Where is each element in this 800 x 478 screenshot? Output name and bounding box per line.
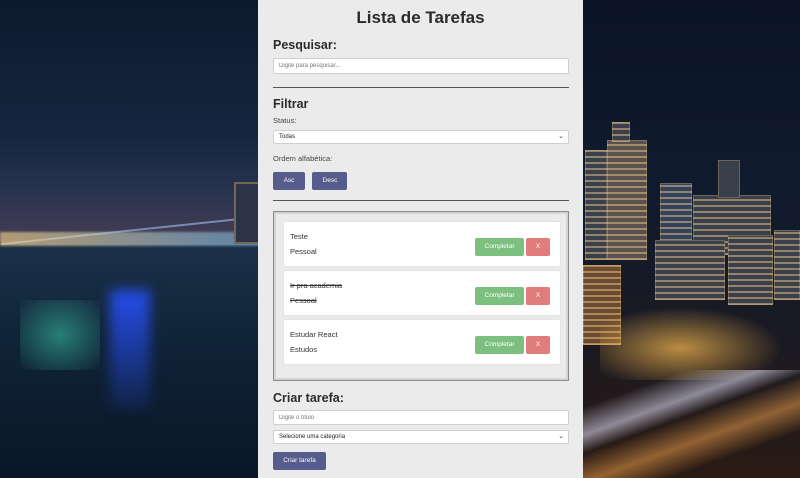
- page-title: Lista de Tarefas: [356, 8, 485, 27]
- create-task-button[interactable]: Criar tarefa: [273, 452, 326, 470]
- sort-desc-button[interactable]: Desc: [312, 172, 348, 190]
- category-select-value: Selecione uma categoria: [279, 434, 346, 440]
- status-select-value: Todas: [279, 134, 296, 140]
- remove-task-button[interactable]: X: [526, 287, 550, 305]
- search-heading: Pesquisar:: [273, 38, 337, 52]
- complete-task-button[interactable]: Completar: [475, 287, 524, 305]
- order-buttons: Asc Desc: [273, 169, 568, 190]
- remove-task-button[interactable]: X: [526, 238, 550, 256]
- divider: [273, 200, 569, 201]
- task-item: Teste Pessoal Completar X: [284, 222, 560, 266]
- divider: [273, 87, 569, 88]
- status-label: Status:: [273, 116, 297, 125]
- complete-task-button[interactable]: Completar: [475, 336, 524, 354]
- order-label: Ordem alfabética:: [273, 154, 333, 163]
- task-title-input[interactable]: [273, 410, 569, 425]
- category-select[interactable]: Selecione uma categoria ⌄: [273, 430, 569, 444]
- task-list: Teste Pessoal Completar X Ir pra academia…: [273, 211, 569, 381]
- complete-task-button[interactable]: Completar: [475, 238, 524, 256]
- chevron-down-icon: ⌄: [558, 433, 564, 440]
- remove-task-button[interactable]: X: [526, 336, 550, 354]
- filter-heading: Filtrar: [273, 97, 309, 111]
- task-item: Estudar React Estudos Completar X: [284, 320, 560, 364]
- task-item: Ir pra academia Pessoal Completar X: [284, 271, 560, 315]
- sort-asc-button[interactable]: Asc: [273, 172, 305, 190]
- search-input[interactable]: [273, 58, 569, 74]
- chevron-down-icon: ⌄: [558, 133, 564, 140]
- create-heading: Criar tarefa:: [273, 391, 344, 405]
- todo-panel: Lista de Tarefas Pesquisar: Filtrar Stat…: [258, 0, 583, 478]
- status-select[interactable]: Todas ⌄: [273, 130, 569, 144]
